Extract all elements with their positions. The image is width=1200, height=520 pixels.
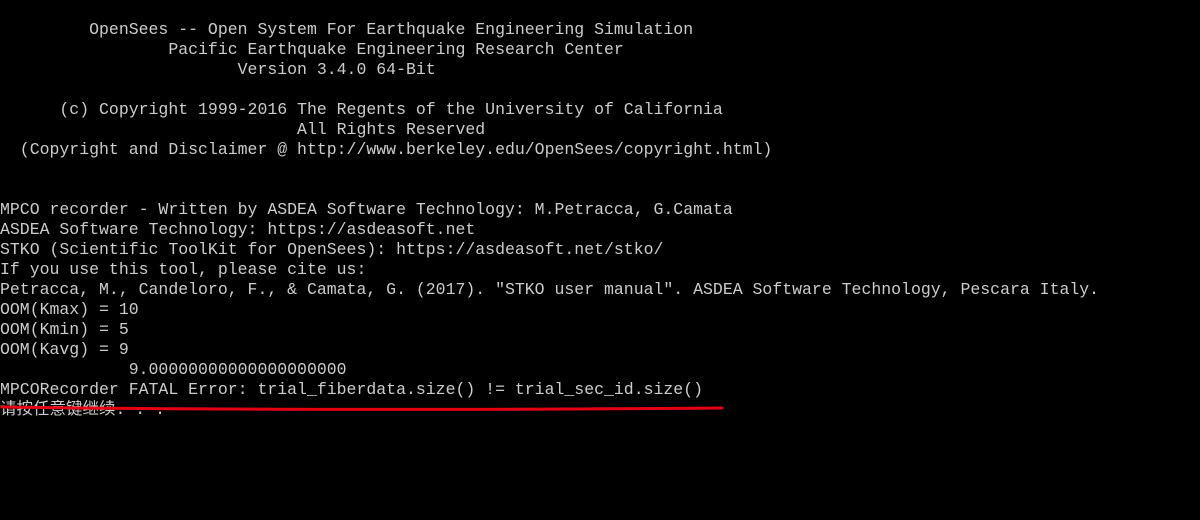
citation-line: Petracca, M., Candeloro, F., & Camata, G… (0, 280, 1100, 299)
banner-title: OpenSees -- Open System For Earthquake E… (0, 20, 694, 39)
disclaimer-line: (Copyright and Disclaimer @ http://www.b… (0, 140, 773, 159)
copyright-line: (c) Copyright 1999-2016 The Regents of t… (0, 100, 723, 119)
error-underline-annotation (0, 405, 724, 411)
console-output: OpenSees -- Open System For Earthquake E… (0, 20, 1200, 520)
oom-kmax-line: OOM(Kmax) = 10 (0, 300, 139, 319)
cite-request-line: If you use this tool, please cite us: (0, 260, 367, 279)
stko-url-line: STKO (Scientific ToolKit for OpenSees): … (0, 240, 664, 259)
asdea-url-line: ASDEA Software Technology: https://asdea… (0, 220, 476, 239)
oom-kmin-line: OOM(Kmin) = 5 (0, 320, 129, 339)
banner-version: Version 3.4.0 64-Bit (0, 60, 436, 79)
mpco-credit-line: MPCO recorder - Written by ASDEA Softwar… (0, 200, 733, 219)
rights-line: All Rights Reserved (0, 120, 486, 139)
fatal-error-line: MPCORecorder FATAL Error: trial_fiberdat… (0, 380, 704, 399)
oom-kavg-line: OOM(Kavg) = 9 (0, 340, 129, 359)
value-output-line: 9.00000000000000000000 (0, 360, 347, 379)
banner-org: Pacific Earthquake Engineering Research … (0, 40, 624, 59)
